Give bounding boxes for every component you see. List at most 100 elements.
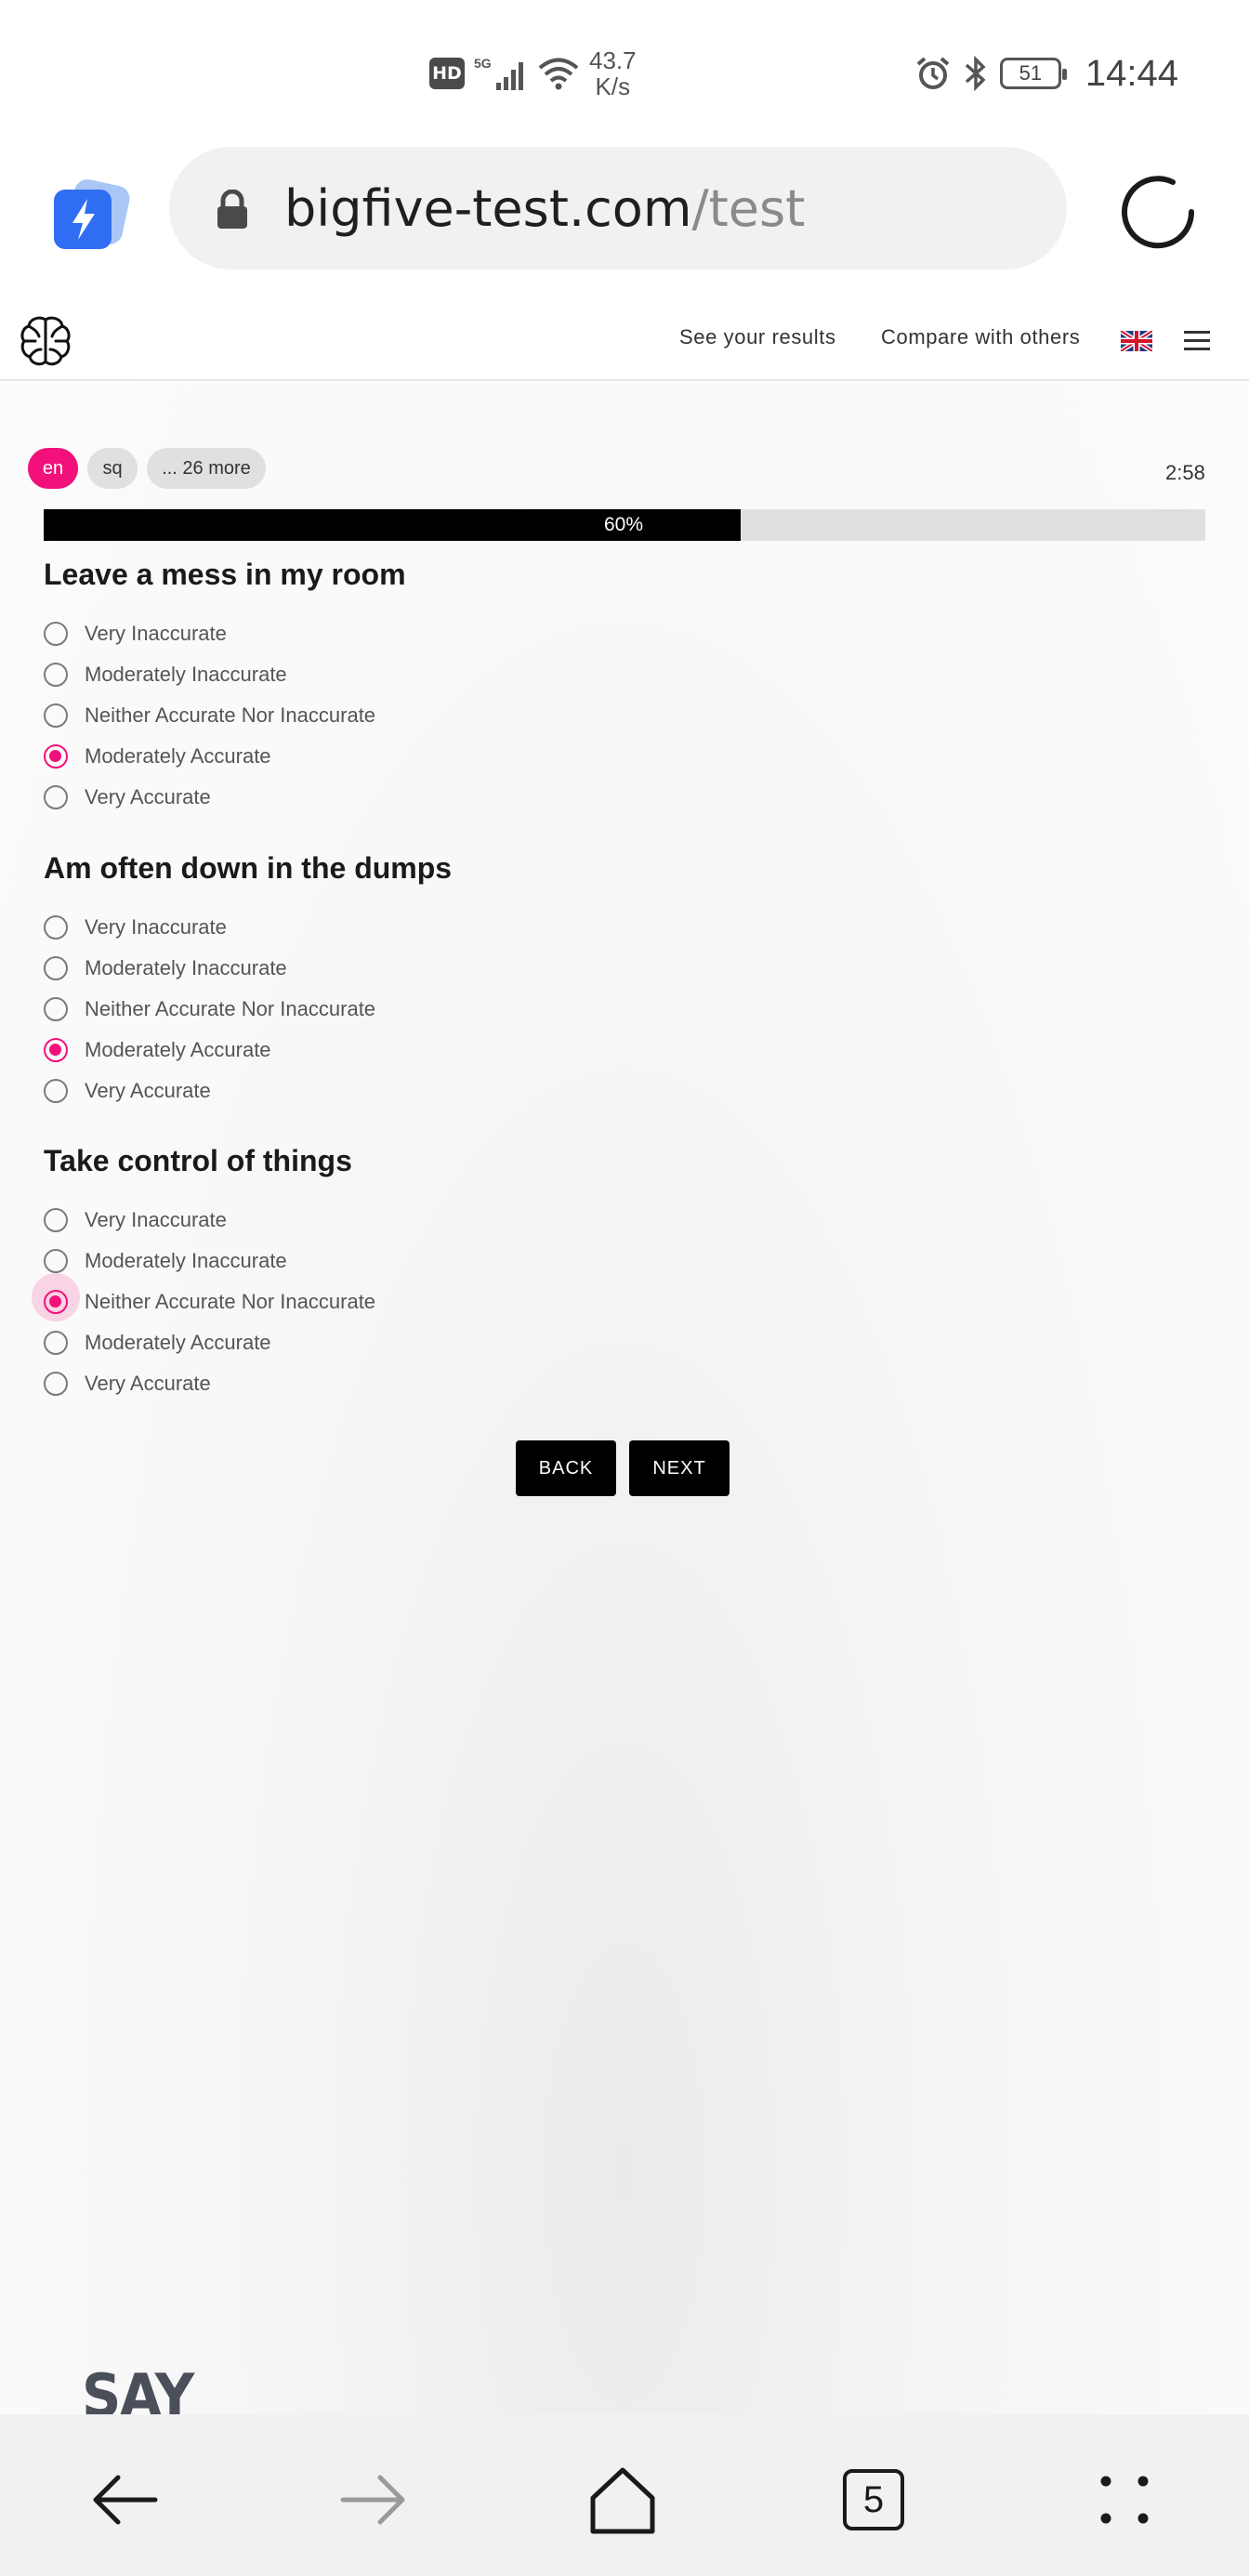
- hd-badge: HD: [429, 58, 465, 89]
- answer-option[interactable]: Very Inaccurate: [44, 907, 880, 948]
- language-chip-en[interactable]: en: [28, 448, 78, 489]
- answer-option[interactable]: Neither Accurate Nor Inaccurate: [44, 989, 880, 1030]
- radio-unchecked-icon[interactable]: [44, 997, 68, 1021]
- option-label[interactable]: Moderately Accurate: [85, 1038, 271, 1062]
- answer-option[interactable]: Neither Accurate Nor Inaccurate: [32, 1273, 880, 1322]
- option-label[interactable]: Neither Accurate Nor Inaccurate: [85, 1290, 375, 1314]
- radio-unchecked-icon[interactable]: [44, 663, 68, 687]
- svg-text:5G: 5G: [474, 56, 492, 71]
- question-block: Am often down in the dumps Very Inaccurat…: [44, 848, 880, 1111]
- answer-option[interactable]: Very Accurate: [44, 777, 880, 818]
- radio-unchecked-icon[interactable]: [44, 785, 68, 809]
- answer-option[interactable]: Very Inaccurate: [44, 1200, 880, 1241]
- answer-option[interactable]: Moderately Inaccurate: [44, 948, 880, 989]
- radio-unchecked-icon[interactable]: [44, 915, 68, 940]
- navigation-buttons: BACK NEXT: [516, 1440, 730, 1496]
- option-label[interactable]: Very Accurate: [85, 1079, 211, 1103]
- url-path: /test: [691, 178, 806, 238]
- answer-option[interactable]: Moderately Accurate: [44, 736, 880, 777]
- answer-option[interactable]: Moderately Inaccurate: [44, 654, 880, 695]
- option-label[interactable]: Moderately Inaccurate: [85, 956, 287, 980]
- answer-option[interactable]: Very Accurate: [44, 1071, 880, 1111]
- home-button[interactable]: [585, 2463, 660, 2537]
- progress-bar: 60%: [44, 509, 1205, 541]
- status-bar: HD 5G 43.7 K/s 51 14:44: [0, 0, 1249, 139]
- radio-unchecked-icon[interactable]: [44, 1208, 68, 1232]
- answer-option[interactable]: Very Accurate: [44, 1363, 880, 1404]
- status-center: HD 5G 43.7 K/s: [429, 45, 637, 102]
- back-button[interactable]: BACK: [516, 1440, 616, 1496]
- nav-compare-link[interactable]: Compare with others: [881, 325, 1080, 349]
- option-label[interactable]: Moderately Inaccurate: [85, 663, 287, 687]
- site-navbar: See your results Compare with others: [0, 299, 1249, 381]
- tabs-count-icon: 5: [843, 2469, 904, 2530]
- uk-flag-icon[interactable]: [1121, 331, 1152, 351]
- browser-toolbar: bigfive-test.com/test: [0, 139, 1249, 288]
- answer-option[interactable]: Moderately Inaccurate: [44, 1241, 880, 1281]
- next-button[interactable]: NEXT: [629, 1440, 730, 1496]
- question-title: Take control of things: [44, 1144, 352, 1177]
- lock-icon: [217, 190, 247, 229]
- signal-5g-icon: 5G: [474, 56, 523, 90]
- radio-unchecked-icon[interactable]: [44, 1331, 68, 1355]
- answer-option[interactable]: Moderately Accurate: [44, 1322, 880, 1363]
- url-text[interactable]: bigfive-test.com/test: [284, 179, 805, 238]
- option-label[interactable]: Very Inaccurate: [85, 915, 227, 940]
- timer: 2:58: [1165, 461, 1205, 484]
- radio-unchecked-icon[interactable]: [44, 1079, 68, 1103]
- answer-option[interactable]: Very Inaccurate: [44, 613, 880, 654]
- radio-unchecked-icon[interactable]: [44, 956, 68, 980]
- home-icon: [590, 2467, 655, 2534]
- battery-icon: 51: [999, 58, 1067, 89]
- radio-unchecked-icon[interactable]: [44, 1249, 68, 1273]
- status-right: 51 14:44: [914, 45, 1178, 102]
- answer-options: Very Inaccurate Moderately Inaccurate Neit…: [32, 1200, 880, 1404]
- option-label[interactable]: Moderately Inaccurate: [85, 1249, 287, 1273]
- language-chip-sq[interactable]: sq: [87, 448, 138, 489]
- brain-logo-icon[interactable]: [19, 314, 72, 368]
- progress-label: 60%: [603, 514, 644, 535]
- question-block: Leave a mess in my room Very Inaccurate Mo…: [44, 554, 880, 818]
- radio-checked-icon[interactable]: [44, 1038, 68, 1062]
- radio-unchecked-icon[interactable]: [44, 703, 68, 728]
- question-title: Am often down in the dumps: [44, 851, 453, 885]
- tabs-button[interactable]: 5: [836, 2463, 911, 2537]
- radio-unchecked-icon[interactable]: [44, 1372, 68, 1396]
- arrow-left-icon: [93, 2475, 158, 2525]
- menu-icon[interactable]: [1184, 331, 1210, 351]
- answer-options: Very Inaccurate Moderately Inaccurate Neit…: [44, 907, 880, 1111]
- option-label[interactable]: Moderately Accurate: [85, 1331, 271, 1355]
- radio-checked-icon[interactable]: [44, 744, 68, 769]
- question-block: Take control of things Very Inaccurate Mod…: [32, 1140, 880, 1404]
- back-nav-button[interactable]: [87, 2463, 162, 2537]
- speed-value: 43.7: [589, 46, 637, 74]
- clock: 14:44: [1085, 52, 1178, 94]
- radio-unchecked-icon[interactable]: [44, 622, 68, 646]
- bluetooth-icon: [965, 55, 986, 92]
- more-menu-button[interactable]: [1087, 2463, 1162, 2537]
- forward-nav-button[interactable]: [336, 2463, 411, 2537]
- radio-checked-icon[interactable]: [44, 1290, 68, 1314]
- arrow-right-icon: [340, 2475, 405, 2525]
- answer-option[interactable]: Moderately Accurate: [44, 1030, 880, 1071]
- alarm-icon: [916, 57, 950, 89]
- language-chip-more[interactable]: ... 26 more: [147, 448, 266, 489]
- browser-bottom-bar: 5: [0, 2414, 1249, 2576]
- address-bar[interactable]: bigfive-test.com/test: [169, 147, 1067, 269]
- option-label[interactable]: Very Accurate: [85, 785, 211, 809]
- url-domain: bigfive-test.com: [284, 178, 692, 238]
- wifi-icon: [538, 58, 579, 90]
- answer-option[interactable]: Neither Accurate Nor Inaccurate: [44, 695, 880, 736]
- battery-level: 51: [1019, 61, 1043, 85]
- option-label[interactable]: Moderately Accurate: [85, 744, 271, 769]
- option-label[interactable]: Neither Accurate Nor Inaccurate: [85, 997, 375, 1021]
- browser-app-icon[interactable]: [52, 178, 132, 253]
- option-label[interactable]: Neither Accurate Nor Inaccurate: [85, 703, 375, 728]
- option-label[interactable]: Very Inaccurate: [85, 622, 227, 646]
- language-chips: en sq ... 26 more: [28, 448, 266, 489]
- reload-icon[interactable]: [1115, 169, 1201, 255]
- nav-see-results-link[interactable]: See your results: [679, 325, 836, 349]
- option-label[interactable]: Very Accurate: [85, 1372, 211, 1396]
- option-label[interactable]: Very Inaccurate: [85, 1208, 227, 1232]
- question-title: Leave a mess in my room: [44, 558, 406, 591]
